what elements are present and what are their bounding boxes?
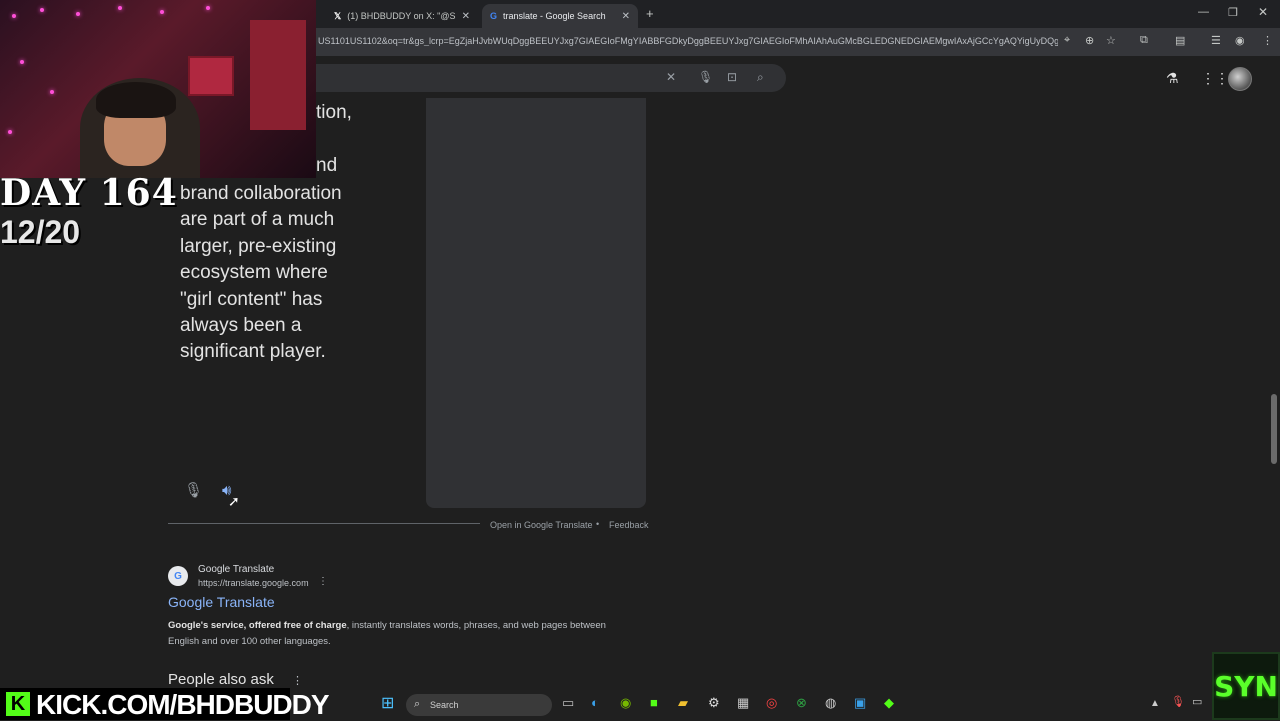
avatar[interactable]	[1228, 67, 1252, 91]
bookmark-star-icon[interactable]: ☆	[1106, 34, 1116, 47]
day-counter-label: DAY 164	[0, 172, 178, 214]
edge-icon[interactable]: ◐	[591, 695, 599, 710]
syn-logo: SYN	[1212, 652, 1280, 720]
mouse-cursor-icon: ➚	[228, 493, 240, 509]
translated-line: larger, pre-existing	[180, 235, 337, 257]
new-tab-button[interactable]: +	[646, 6, 654, 21]
chrome-icon[interactable]: ◎	[766, 695, 777, 711]
webcam-background-lamp	[250, 20, 306, 130]
lens-icon[interactable]: ⊡	[727, 70, 737, 84]
close-window-icon[interactable]: ✕	[1258, 5, 1268, 19]
sidepanel-icon[interactable]: ▤	[1175, 34, 1185, 47]
fairy-light	[8, 130, 12, 134]
translated-line: significant player.	[180, 341, 326, 363]
webcam-poster	[188, 56, 234, 96]
tab-label: translate - Google Search	[503, 11, 606, 21]
tray-chevron-icon[interactable]: ▲	[1150, 698, 1160, 709]
fairy-light	[76, 12, 80, 16]
scrollbar[interactable]	[1268, 56, 1280, 690]
search-input[interactable]	[316, 64, 786, 92]
search-icon[interactable]: ⌕	[757, 70, 764, 85]
fairy-light	[118, 6, 122, 10]
zoom-icon[interactable]: ⊕	[1085, 34, 1094, 47]
store-icon[interactable]: ▦	[737, 695, 749, 711]
maximize-icon[interactable]: ❐	[1228, 6, 1238, 19]
taskbar-search[interactable]: ⌕ Search	[406, 694, 552, 716]
fairy-light	[206, 6, 210, 10]
fairy-light	[40, 8, 44, 12]
translated-line: are part of a much	[180, 209, 335, 231]
result-url[interactable]: https://translate.google.com	[198, 578, 309, 588]
clear-icon[interactable]: ✕	[666, 70, 676, 84]
url-field[interactable]: US1101US1102&oq=tr&gs_lcrp=EgZjaHJvbWUqD…	[318, 36, 1058, 46]
kick-logo-icon: K	[6, 692, 30, 716]
more-options-icon[interactable]: ⋮	[318, 576, 328, 587]
kick-studio-icon[interactable]: ◆	[884, 695, 894, 711]
snippet-bold: Google's service, offered free of charge	[168, 620, 347, 631]
webcam-overlay	[0, 0, 316, 178]
translate-target-panel	[426, 98, 646, 508]
fairy-light	[160, 10, 164, 14]
taskbar-search-label: Search	[430, 700, 459, 710]
scrollbar-thumb[interactable]	[1271, 394, 1277, 464]
media-icon[interactable]: ☰	[1211, 34, 1221, 47]
steam-icon[interactable]: ◍	[825, 695, 836, 711]
result-title-link[interactable]: Google Translate	[168, 594, 275, 610]
tab-x-post[interactable]: 𝕏 (1) BHDBUDDY on X: "@Sneak… ✕	[326, 4, 478, 28]
translated-line: "girl content" has	[180, 288, 323, 310]
search-icon: ⌕	[414, 698, 421, 710]
divider	[168, 523, 480, 524]
tab-google-search[interactable]: G translate - Google Search ✕	[482, 4, 638, 28]
app-icon[interactable]: ▣	[854, 695, 866, 711]
tray-mic-icon[interactable]: 🎙︎	[1171, 695, 1185, 708]
tray-network-icon[interactable]: ▭	[1192, 695, 1202, 708]
result-snippet: Google's service, offered free of charge…	[168, 618, 638, 650]
result-site-name[interactable]: Google Translate	[198, 564, 274, 575]
fairy-light	[20, 60, 24, 64]
tab-label: (1) BHDBUDDY on X: "@Sneak…	[347, 11, 456, 21]
windows-start-icon[interactable]: ⊞	[381, 693, 394, 713]
extensions-icon[interactable]: ⧉	[1140, 34, 1148, 47]
voice-search-icon[interactable]: 🎙︎	[698, 70, 713, 84]
google-icon: G	[490, 11, 498, 21]
menu-icon[interactable]: ⋮	[1262, 34, 1273, 47]
settings-icon[interactable]: ⚙	[708, 695, 720, 711]
fairy-light	[12, 14, 16, 18]
streamer-hair	[96, 82, 176, 118]
translated-line: brand collaboration	[180, 183, 342, 204]
feedback-link[interactable]: Feedback	[609, 520, 649, 530]
labs-flask-icon[interactable]: ⚗	[1166, 70, 1179, 87]
microphone-icon[interactable]: 🎙︎	[184, 481, 203, 499]
file-explorer-icon[interactable]: ▭	[562, 695, 574, 711]
folder-icon[interactable]: ▰	[678, 695, 688, 711]
fairy-light	[50, 90, 54, 94]
translated-line: ecosystem where	[180, 262, 328, 284]
kick-channel-url: KICK.COM/BHDBUDDY	[36, 689, 330, 720]
kick-app-icon[interactable]: ■	[650, 695, 658, 710]
day-progress: 12/20	[0, 214, 81, 250]
google-translate-favicon: G	[168, 566, 188, 586]
x-icon: 𝕏	[334, 10, 342, 21]
separator: •	[596, 519, 600, 529]
close-tab-icon[interactable]: ✕	[462, 11, 470, 22]
profile-icon[interactable]: ◉	[1235, 34, 1245, 47]
translated-line: always been a	[180, 315, 302, 337]
close-tab-icon[interactable]: ✕	[622, 11, 630, 22]
nvidia-icon[interactable]: ◉	[620, 695, 631, 711]
open-in-translate-link[interactable]: Open in Google Translate	[490, 520, 593, 530]
more-options-icon[interactable]: ⋮	[292, 674, 303, 687]
people-also-ask-heading: People also ask	[168, 671, 274, 688]
location-icon[interactable]: ⌖	[1064, 34, 1070, 47]
apps-grid-icon[interactable]: ⋮⋮	[1201, 70, 1229, 87]
minimize-icon[interactable]: —	[1198, 6, 1209, 18]
xbox-icon[interactable]: ⊗	[796, 695, 807, 711]
